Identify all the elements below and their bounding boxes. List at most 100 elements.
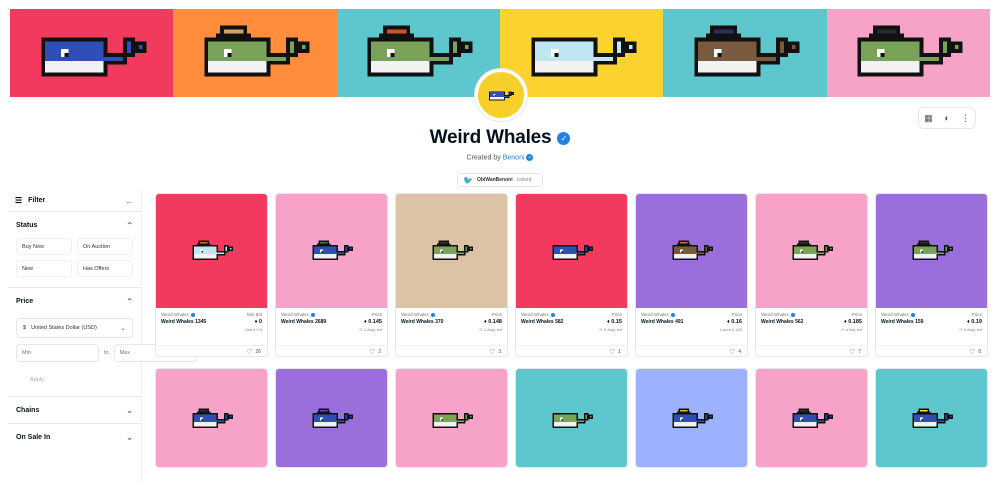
whale-image: [530, 37, 637, 77]
status-buy-now[interactable]: Buy Now: [16, 238, 72, 255]
nft-price-block: Price ♦ 0.19 ⊙ 6 days left: [959, 312, 982, 332]
chevron-down-icon: ⌄: [120, 325, 126, 332]
nft-image[interactable]: [516, 369, 627, 467]
discord-icon[interactable]: ◐: [940, 111, 954, 125]
min-price-input[interactable]: [16, 344, 99, 362]
whale-image: [672, 240, 713, 260]
price-sub: Last ♦ 0.185: [720, 327, 742, 332]
twitter-status: Linked: [516, 177, 532, 183]
nft-image[interactable]: [756, 369, 867, 467]
nft-price-block: Price ♦ 0.15 ⊙ 5 days left: [599, 312, 622, 332]
whale-image: [672, 408, 713, 428]
chains-section-header[interactable]: Chains ⌄: [8, 397, 141, 423]
status-on-auction[interactable]: On Auction: [77, 238, 133, 255]
whale-image: [367, 25, 473, 77]
price-label: Price: [731, 312, 742, 317]
price-value: ♦ 0.19: [966, 319, 982, 325]
nft-card[interactable]: [755, 368, 868, 468]
collapse-arrow-icon[interactable]: ←: [125, 196, 134, 206]
twitter-icon: 🐦: [463, 175, 473, 185]
chevron-up-icon: ⌃: [126, 296, 133, 306]
filter-sidebar: ☰ Filter ← Status ⌃ Buy Now On Auction N…: [8, 190, 197, 482]
on-sale-section-header[interactable]: On Sale In ⌄: [8, 424, 141, 450]
heart-icon[interactable]: ♡: [369, 348, 375, 356]
nft-card[interactable]: Weird Whales Weird Whales 582 Price ♦ 0.…: [515, 193, 628, 357]
currency-select[interactable]: $ United States Dollar (USD) ⌄: [16, 318, 133, 338]
nft-image[interactable]: [396, 194, 507, 308]
nft-card[interactable]: Weird Whales Weird Whales 562 Price ♦ 0.…: [755, 193, 868, 357]
status-new[interactable]: New: [16, 260, 72, 277]
nft-footer: ♡ 2: [276, 345, 387, 356]
nft-image[interactable]: [516, 194, 627, 308]
whale-image: [192, 408, 233, 428]
nft-card[interactable]: Weird Whales Weird Whales 491 Price ♦ 0.…: [635, 193, 748, 357]
nft-image[interactable]: [396, 369, 507, 467]
like-count: 3: [498, 349, 501, 355]
nft-image[interactable]: [636, 194, 747, 308]
nft-image[interactable]: [876, 369, 987, 467]
grid-icon[interactable]: ▦: [921, 111, 935, 125]
nft-meta: Weird Whales Weird Whales 491 Price ♦ 0.…: [636, 308, 747, 345]
like-count: 4: [738, 349, 741, 355]
nft-image[interactable]: [276, 194, 387, 308]
heart-icon[interactable]: ♡: [609, 348, 615, 356]
nft-price-block: Price ♦ 0.185 ⊙ a day left: [841, 312, 862, 332]
verified-icon: [550, 312, 555, 317]
whale-image: [912, 240, 953, 260]
heart-icon[interactable]: ♡: [246, 348, 252, 356]
nft-card[interactable]: Weird Whales Weird Whales 2689 Price ♦ 0…: [275, 193, 388, 357]
more-icon[interactable]: ⋮: [959, 111, 973, 125]
nft-grid: Weird Whales Weird Whales 1345 Min Bid ♦…: [155, 193, 991, 482]
nft-image[interactable]: [156, 194, 267, 308]
whale-image: [192, 240, 233, 260]
heart-icon[interactable]: ♡: [849, 348, 855, 356]
verified-icon: [670, 312, 675, 317]
price-label: Price: [971, 312, 982, 317]
heart-icon[interactable]: ♡: [969, 348, 975, 356]
nft-card[interactable]: [275, 368, 388, 468]
like-count: 2: [378, 349, 381, 355]
nft-card[interactable]: [515, 368, 628, 468]
nft-card[interactable]: [875, 368, 988, 468]
nft-card[interactable]: Weird Whales Weird Whales 1345 Min Bid ♦…: [155, 193, 268, 357]
status-has-offers[interactable]: Has Offers: [77, 260, 133, 277]
price-sub: ⊙ 2 days left: [359, 327, 382, 332]
collection-avatar: [475, 69, 527, 121]
price-label: Price: [851, 312, 862, 317]
like-count: 1: [618, 349, 621, 355]
price-label: Min Bid: [246, 312, 262, 317]
nft-image[interactable]: [876, 194, 987, 308]
verified-icon: [910, 312, 915, 317]
price-label: Price: [371, 312, 382, 317]
nft-footer: ♡ 1: [516, 345, 627, 356]
created-prefix: Created by: [466, 154, 501, 162]
creator-link[interactable]: Benoni: [503, 154, 525, 161]
price-sub: Last ♦ 0.5: [244, 327, 262, 332]
nft-card[interactable]: Weird Whales Weird Whales 159 Price ♦ 0.…: [875, 193, 988, 357]
whale-image: [792, 240, 833, 260]
nft-image[interactable]: [276, 369, 387, 467]
nft-card[interactable]: [155, 368, 268, 468]
nft-card[interactable]: Weird Whales Weird Whales 370 Price ♦ 0.…: [395, 193, 508, 357]
apply-button[interactable]: Apply: [30, 372, 70, 388]
whale-image: [857, 25, 963, 77]
verified-icon: [190, 312, 195, 317]
whale-image: [488, 91, 515, 101]
price-label: Price: [16, 297, 34, 305]
filter-header[interactable]: ☰ Filter ←: [8, 190, 141, 212]
twitter-link[interactable]: 🐦 ObiWanBenoni Linked: [457, 173, 543, 187]
nft-price-block: Min Bid ♦ 0 Last ♦ 0.5: [245, 312, 262, 332]
status-section-header[interactable]: Status ⌃: [8, 212, 141, 238]
whale-image: [312, 408, 353, 428]
nft-image[interactable]: [156, 369, 267, 467]
nft-image[interactable]: [636, 369, 747, 467]
price-section-header[interactable]: Price ⌃: [8, 288, 141, 314]
price-value: ♦ 0.16: [726, 319, 742, 325]
heart-icon[interactable]: ♡: [729, 348, 735, 356]
nft-footer: ♡ 26: [156, 345, 267, 356]
heart-icon[interactable]: ♡: [489, 348, 495, 356]
nft-card[interactable]: [635, 368, 748, 468]
nft-image[interactable]: [756, 194, 867, 308]
nft-card[interactable]: [395, 368, 508, 468]
filter-icon: ☰: [15, 196, 23, 205]
